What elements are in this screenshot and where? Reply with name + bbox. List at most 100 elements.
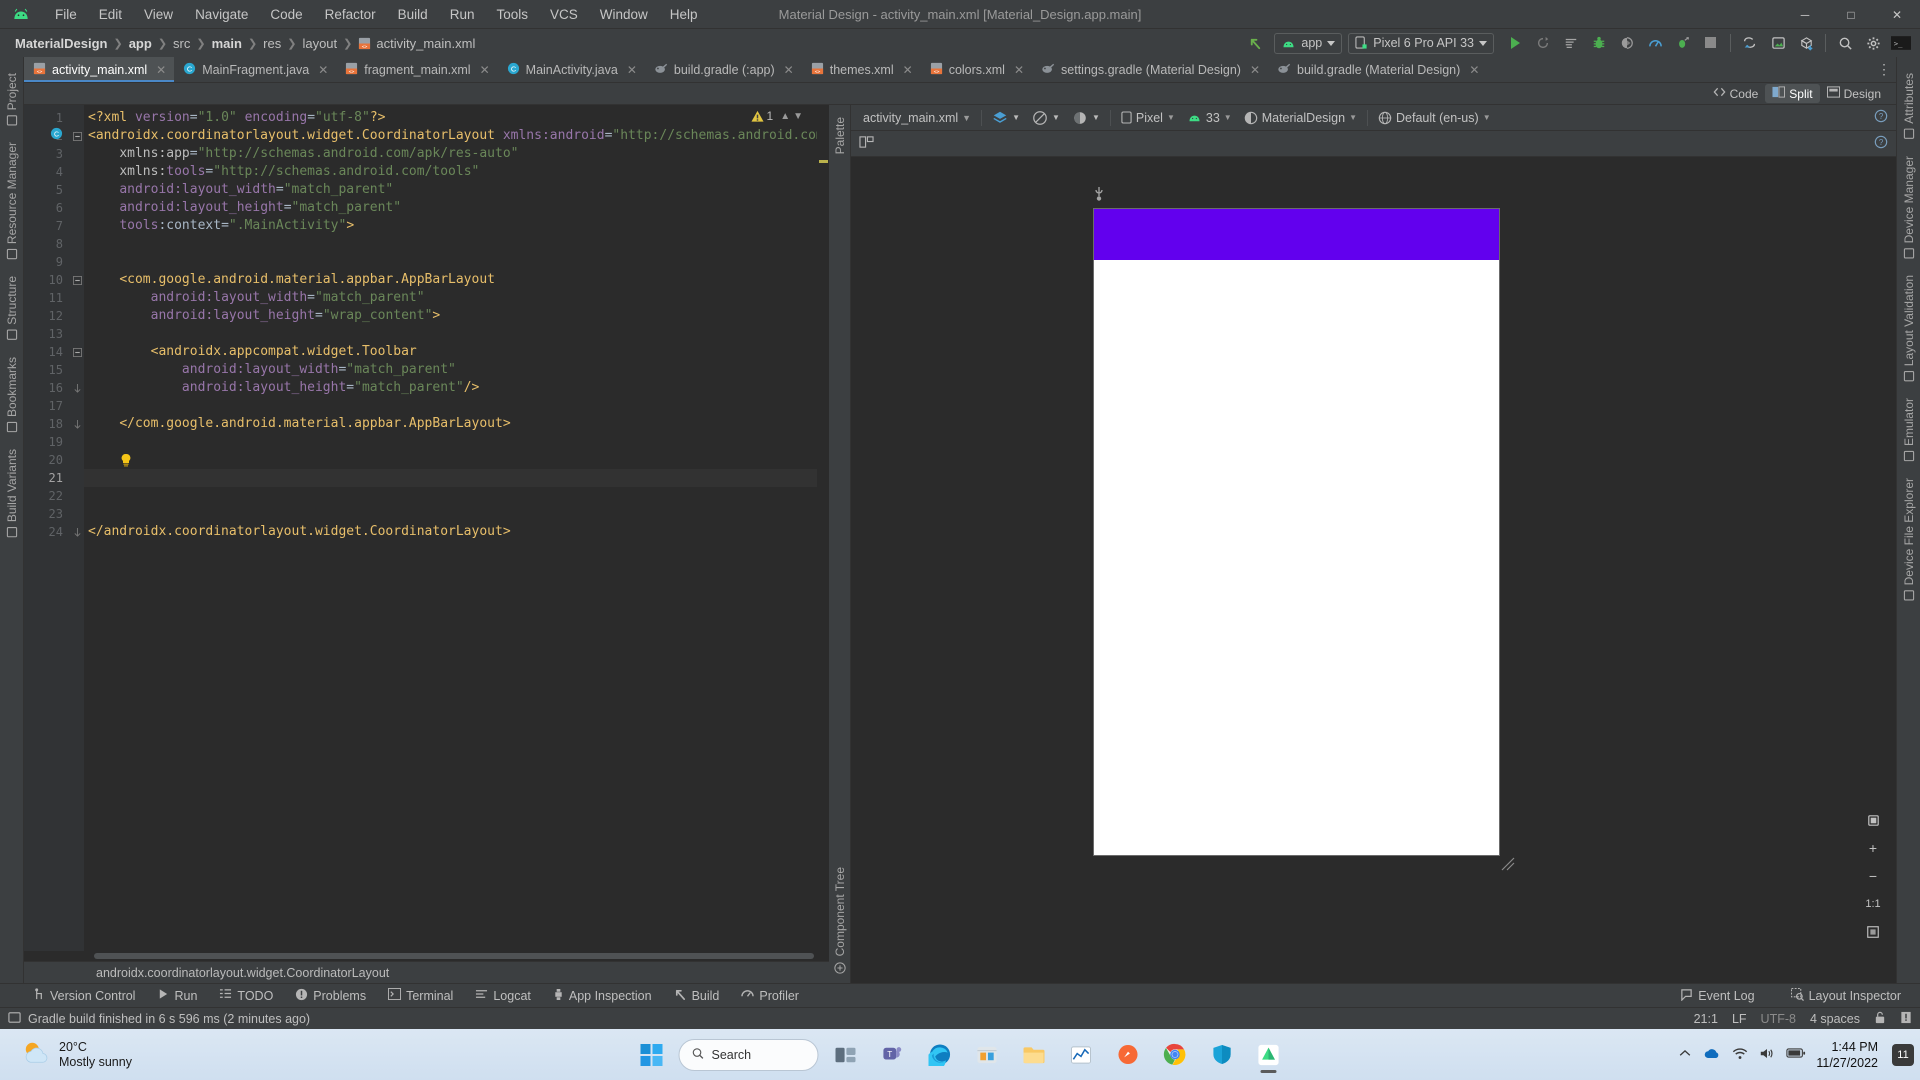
breadcrumb-item-layout[interactable]: layout xyxy=(297,35,342,52)
warning-marker[interactable] xyxy=(819,160,828,163)
fold-marker[interactable] xyxy=(70,433,84,451)
night-mode-icon[interactable]: ▼ xyxy=(1066,108,1106,128)
profile-button[interactable] xyxy=(1642,31,1668,55)
source-code[interactable]: <?xml version="1.0" encoding="utf-8"?> <a… xyxy=(84,105,817,951)
fold-marker[interactable] xyxy=(70,217,84,235)
fold-marker[interactable] xyxy=(70,235,84,253)
weather-widget[interactable]: 20°C Mostly sunny xyxy=(0,1040,132,1070)
intention-bulb-icon[interactable] xyxy=(120,453,132,470)
menu-item-refactor[interactable]: Refactor xyxy=(314,4,387,25)
run-tests-button[interactable] xyxy=(1558,31,1584,55)
tool-window-terminal[interactable]: Terminal xyxy=(377,986,464,1005)
close-button[interactable]: ✕ xyxy=(1874,0,1920,29)
menu-item-help[interactable]: Help xyxy=(659,4,709,25)
zoom-to-fit-button[interactable] xyxy=(1860,919,1886,945)
fold-marker[interactable] xyxy=(70,307,84,325)
palette-label[interactable]: Palette xyxy=(831,111,849,160)
editor-tab-colors-xml[interactable]: <> colors.xml ✕ xyxy=(921,57,1032,82)
error-stripe[interactable] xyxy=(817,105,829,951)
fold-marker[interactable] xyxy=(70,325,84,343)
notification-badge[interactable]: 11 xyxy=(1892,1043,1914,1066)
run-button[interactable] xyxy=(1502,31,1528,55)
editor-tab-build-gradle--material-design-[interactable]: build.gradle (Material Design) ✕ xyxy=(1268,57,1487,82)
maximize-button[interactable]: □ xyxy=(1828,0,1874,29)
sdk-manager-button[interactable] xyxy=(1793,31,1819,55)
tool-tab-layout-validation[interactable]: Layout Validation xyxy=(1898,267,1920,390)
close-tab-icon[interactable]: ✕ xyxy=(1014,63,1024,77)
menu-item-edit[interactable]: Edit xyxy=(88,4,133,25)
tool-window-run[interactable]: Run xyxy=(146,986,208,1005)
tool-window-problems[interactable]: Problems xyxy=(284,986,377,1006)
minimize-button[interactable]: ─ xyxy=(1782,0,1828,29)
tool-window-profiler[interactable]: Profiler xyxy=(730,986,810,1005)
menu-item-view[interactable]: View xyxy=(133,4,184,25)
tool-tab-emulator[interactable]: Emulator xyxy=(1898,390,1920,470)
chevron-up-icon[interactable]: ▲ xyxy=(780,111,790,122)
editor-tab-overflow[interactable]: ⋮ xyxy=(1877,57,1896,82)
volume-icon[interactable] xyxy=(1759,1047,1775,1063)
show-hidden-icons-icon[interactable] xyxy=(1678,1047,1692,1062)
teams-icon[interactable]: T xyxy=(873,1035,913,1075)
fold-marker[interactable] xyxy=(70,199,84,217)
locale-selector[interactable]: Default (en-us) ▼ xyxy=(1372,109,1497,127)
close-tab-icon[interactable]: ✕ xyxy=(1250,63,1260,77)
menu-item-file[interactable]: File xyxy=(44,4,88,25)
fold-marker[interactable] xyxy=(70,379,84,397)
theme-selector[interactable]: MaterialDesign ▼ xyxy=(1238,109,1363,127)
horizontal-scrollbar[interactable] xyxy=(24,951,829,961)
fold-marker[interactable] xyxy=(70,145,84,163)
fold-marker[interactable] xyxy=(70,451,84,469)
menu-item-navigate[interactable]: Navigate xyxy=(184,4,259,25)
pan-tool-icon[interactable] xyxy=(1860,807,1886,833)
zoom-out-button[interactable]: − xyxy=(1860,863,1886,889)
run-with-coverage-button[interactable] xyxy=(1614,31,1640,55)
line-separator[interactable]: LF xyxy=(1732,1012,1747,1026)
tool-window-version-control[interactable]: Version Control xyxy=(22,986,146,1006)
menu-item-tools[interactable]: Tools xyxy=(485,4,539,25)
module-selector[interactable]: app xyxy=(1274,32,1343,54)
menu-item-code[interactable]: Code xyxy=(259,4,313,25)
device-preview-selector[interactable]: Pixel ▼ xyxy=(1115,109,1181,127)
store-icon[interactable] xyxy=(967,1035,1007,1075)
tool-tab-device-file-explorer[interactable]: Device File Explorer xyxy=(1898,470,1920,609)
tool-tab-attributes[interactable]: Attributes xyxy=(1898,65,1920,148)
file-encoding[interactable]: UTF-8 xyxy=(1761,1012,1796,1026)
close-tab-icon[interactable]: ✕ xyxy=(903,63,913,77)
editor-tab-build-gradle---app-[interactable]: build.gradle (:app) ✕ xyxy=(645,57,802,82)
taskbar-clock[interactable]: 1:44 PM 11/27/2022 xyxy=(1816,1039,1892,1071)
tool-tab-build-variants[interactable]: Build Variants xyxy=(1,441,23,546)
editor-tab-mainfragment-java[interactable]: C MainFragment.java ✕ xyxy=(174,57,336,82)
design-options-icon[interactable] xyxy=(859,135,874,152)
fold-marker[interactable] xyxy=(70,523,84,541)
indent-setting[interactable]: 4 spaces xyxy=(1810,1012,1860,1026)
editor-tab-mainactivity-java[interactable]: C MainActivity.java ✕ xyxy=(498,57,645,82)
fold-marker[interactable] xyxy=(70,343,84,361)
stop-button[interactable] xyxy=(1698,31,1724,55)
tool-window-event-log[interactable]: Event Log xyxy=(1669,986,1765,1006)
rerun-button[interactable] xyxy=(1530,31,1556,55)
fold-marker[interactable] xyxy=(70,109,84,127)
editor-tab-fragment-main-xml[interactable]: <> fragment_main.xml ✕ xyxy=(336,57,497,82)
code-editor[interactable]: 123456789101112131415161718192021222324C… xyxy=(24,105,829,951)
fold-marker[interactable] xyxy=(70,505,84,523)
shield-app-icon[interactable] xyxy=(1202,1035,1242,1075)
tool-window-layout-inspector[interactable]: Layout Inspector xyxy=(1780,986,1912,1006)
close-tab-icon[interactable]: ✕ xyxy=(318,63,328,77)
menu-item-vcs[interactable]: VCS xyxy=(539,4,589,25)
close-tab-icon[interactable]: ✕ xyxy=(627,63,637,77)
tool-tab-device-manager[interactable]: Device Manager xyxy=(1898,148,1920,267)
code-folding-column[interactable] xyxy=(70,105,84,951)
back-arrow-icon[interactable] xyxy=(1242,31,1268,55)
palette-tool-tab[interactable]: Palette Component Tree xyxy=(829,105,851,983)
chevron-down-icon[interactable]: ▼ xyxy=(793,111,803,122)
wifi-icon[interactable] xyxy=(1732,1047,1748,1063)
fold-marker[interactable] xyxy=(70,181,84,199)
menu-item-build[interactable]: Build xyxy=(387,4,439,25)
device-pin-icon[interactable] xyxy=(1094,187,1104,206)
mode-tab-design[interactable]: Design xyxy=(1820,84,1888,103)
design-surface-canvas[interactable]: + − 1:1 xyxy=(851,157,1896,983)
windows-start-icon[interactable] xyxy=(632,1035,672,1075)
tool-tab-bookmarks[interactable]: Bookmarks xyxy=(1,349,23,441)
tool-tab-project[interactable]: Project xyxy=(1,65,23,134)
tool-window-app-inspection[interactable]: App Inspection xyxy=(542,986,663,1006)
